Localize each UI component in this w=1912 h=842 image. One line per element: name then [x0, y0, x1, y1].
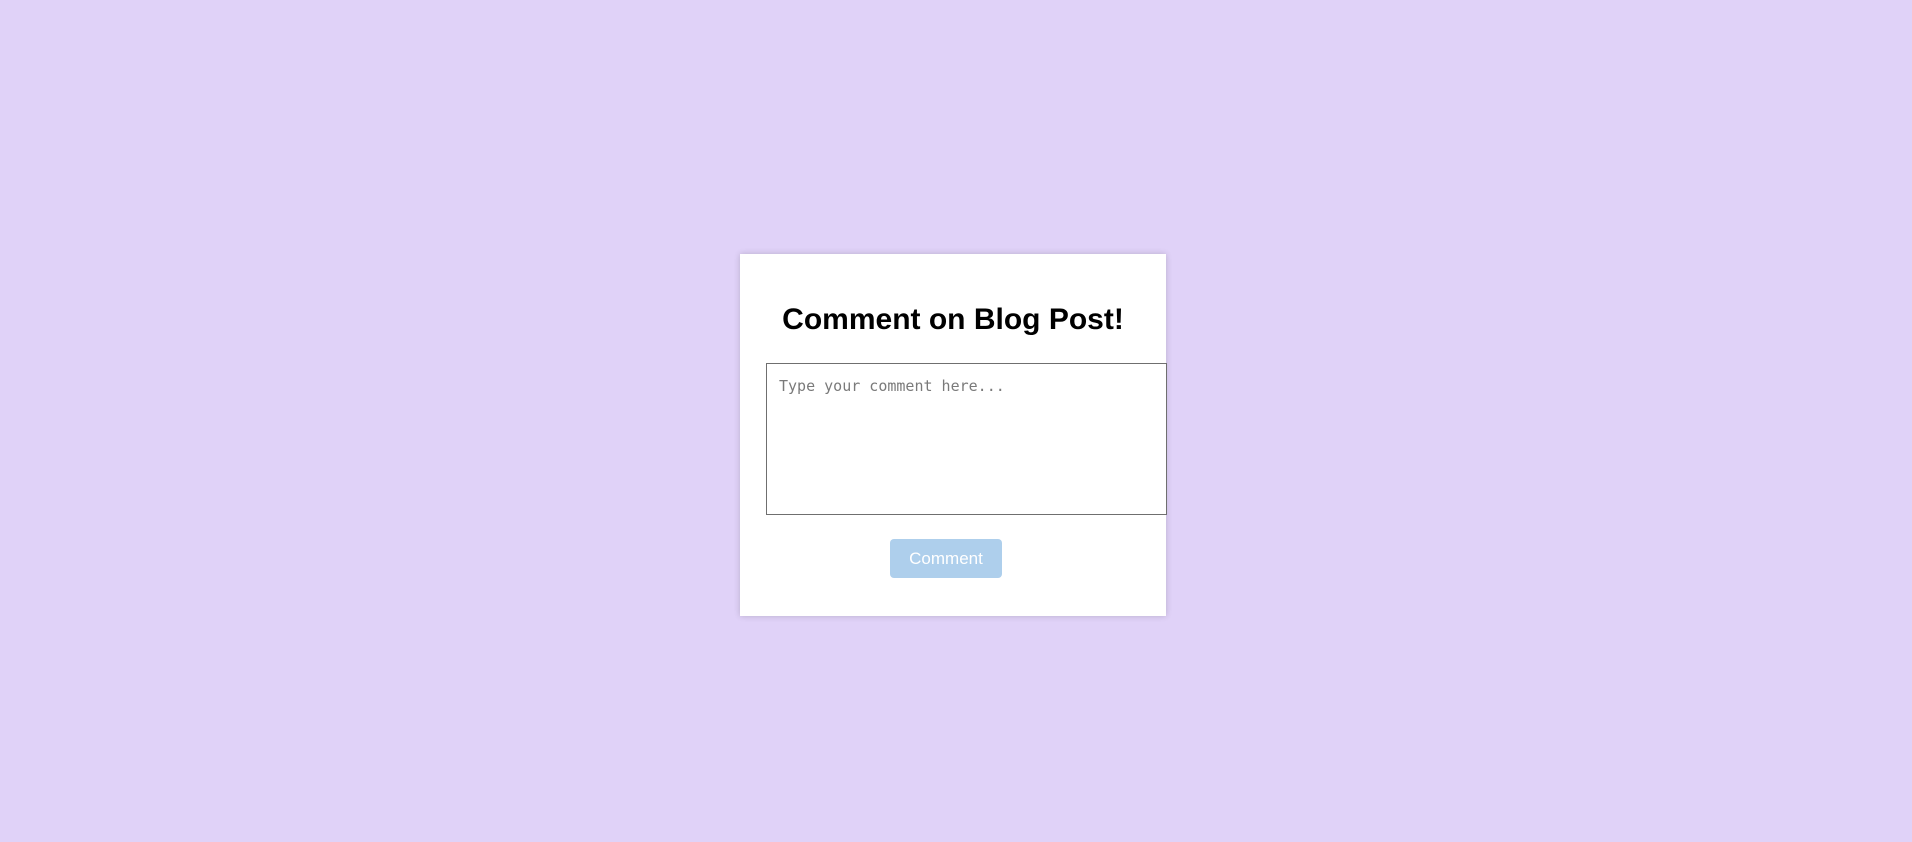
comment-button[interactable]: Comment	[890, 539, 1002, 578]
comment-card: Comment on Blog Post! Comment	[740, 254, 1167, 616]
page-background: Comment on Blog Post! Comment	[0, 0, 1912, 842]
comment-input[interactable]	[766, 363, 1167, 515]
card-title: Comment on Blog Post!	[782, 303, 1124, 336]
